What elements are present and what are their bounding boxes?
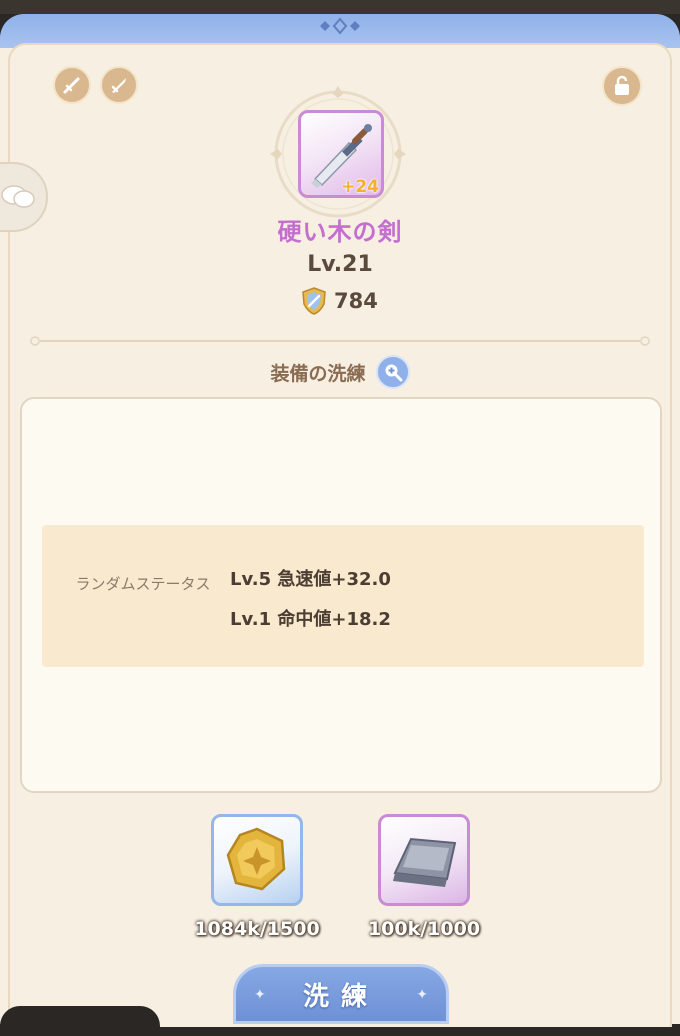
item-name: 硬い木の剣 [277,218,403,246]
refine-content-card: ランダムステータス Lv.5 急速値+32.0 Lv.1 命中値+18.2 [20,397,662,793]
random-status-block: ランダムステータス Lv.5 急速値+32.0 Lv.1 命中値+18.2 [42,525,644,667]
lock-icon [615,75,629,95]
divider [30,336,650,346]
equip-swap-button[interactable] [100,66,138,104]
lock-button[interactable] [602,66,642,106]
sword-outline-icon [63,77,80,94]
material-iron-ingot[interactable] [378,814,470,906]
bottom-overlay [0,1006,160,1036]
material-iron-count: 100k/1000 [367,918,481,940]
refine-button[interactable]: ✦ 洗練 ✦ [233,964,449,1024]
magnifier-icon [385,364,402,382]
header-ornament-icon [320,17,360,35]
power-row: 784 [300,286,378,316]
shield-icon [302,287,326,315]
iron-ingot-icon [393,837,457,887]
section-title-row: 装備の洗練 [0,354,680,390]
gold-coin-icon [226,827,286,891]
top-strip [0,0,680,14]
chat-icon [1,185,35,208]
sword-icon [111,78,126,93]
item-icon-box[interactable]: +24 [298,110,384,198]
zoom-button[interactable] [375,355,410,389]
item-level: Lv.21 [307,252,373,277]
weapon-type-button[interactable] [53,66,91,104]
stat-line-2: Lv.1 命中値+18.2 [230,609,391,630]
section-title: 装備の洗練 [270,362,366,385]
stat-line-1: Lv.5 急速値+32.0 [230,569,391,590]
enhance-level: +24 [341,177,379,197]
refine-button-label: 洗練 [302,981,379,1012]
random-status-label: ランダムステータス [75,575,211,593]
sparkle-icon: ✦ [254,987,266,1003]
power-value: 784 [334,289,378,313]
sparkle-icon: ✦ [416,987,428,1003]
material-gold-coin[interactable] [211,814,303,906]
material-gold-count: 1084k/1500 [194,918,320,940]
